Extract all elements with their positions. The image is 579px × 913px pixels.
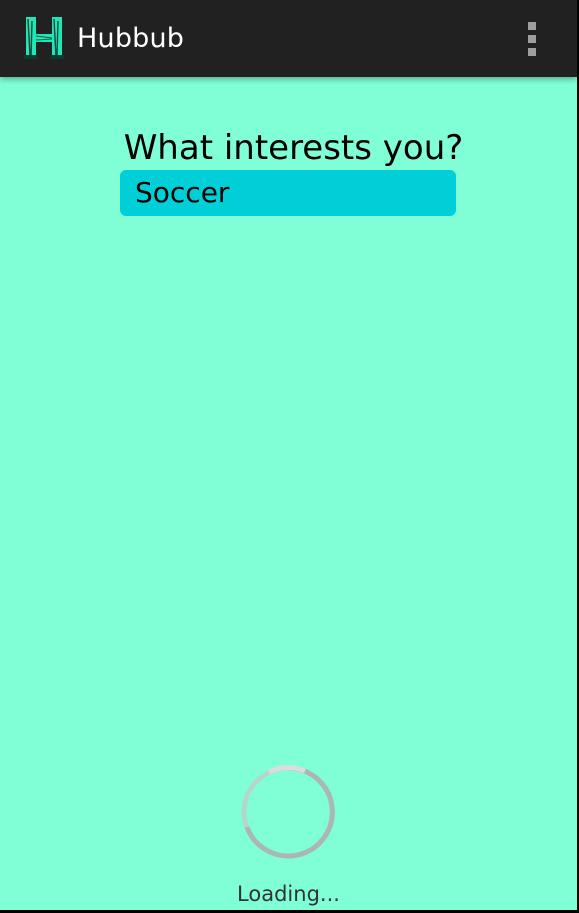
menu-dot — [528, 22, 536, 30]
interest-option-label: Soccer — [135, 176, 230, 209]
app-screen: Hubbub What interests you? Soccer Loadin… — [0, 0, 577, 910]
progress-spinner-icon — [241, 765, 335, 859]
interest-prompt: What interests you? — [123, 128, 464, 168]
app-logo-icon — [24, 17, 64, 59]
menu-dot — [528, 35, 536, 43]
more-vert-icon[interactable] — [516, 16, 548, 62]
loading-text: Loading... — [237, 882, 340, 906]
interest-option-soccer[interactable]: Soccer — [120, 170, 456, 216]
action-bar: Hubbub — [0, 0, 577, 77]
app-title: Hubbub — [77, 23, 185, 54]
menu-dot — [528, 48, 536, 56]
